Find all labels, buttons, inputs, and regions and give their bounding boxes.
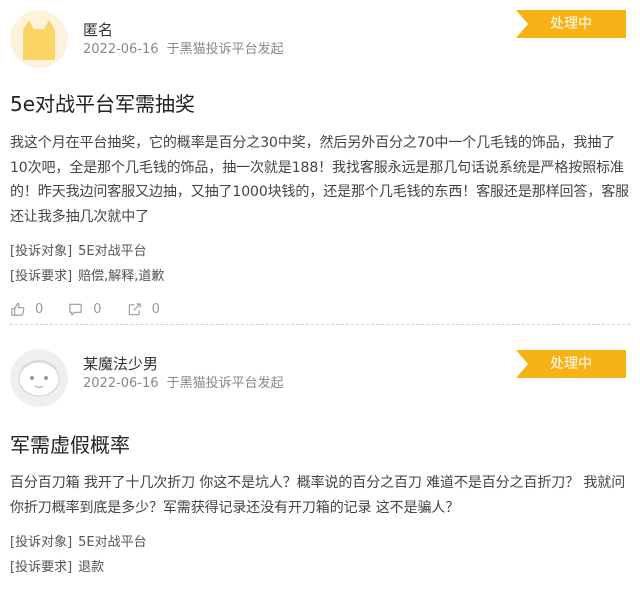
complaint-demand-label: [投诉要求] (10, 269, 73, 284)
complaint-demand-value: 退款 (78, 560, 105, 575)
complaint-target: [投诉对象] 5E对战平台 (10, 534, 147, 552)
comment-icon (69, 303, 82, 315)
post-date: 2022-06-16 (83, 376, 159, 391)
status-badge: 处理中 (516, 10, 626, 38)
avatar-cat-icon[interactable] (10, 10, 68, 68)
complaint-title[interactable]: 军需虚假概率 (10, 432, 130, 458)
complaint-target-label: [投诉对象] (10, 535, 73, 550)
complaint-target: [投诉对象] 5E对战平台 (10, 243, 147, 261)
complaint-demand: [投诉要求] 赔偿,解释,道歉 (10, 268, 164, 286)
post-actions: 0 0 0 (10, 298, 185, 320)
complaint-content: 我这个月在平台抽奖，它的概率是百分之30中奖，然后另外百分之70中一个几毛钱的饰… (10, 135, 630, 225)
username[interactable]: 某魔法少男 (83, 354, 158, 374)
post-date: 2022-06-16 (83, 42, 159, 57)
post-source: 于黑猫投诉平台发起 (166, 376, 284, 391)
complaint-card: 匿名 2022-06-16 于黑猫投诉平台发起 处理中 5e对战平台军需抽奖 我这… (0, 0, 640, 325)
complaint-title[interactable]: 5e对战平台军需抽奖 (10, 91, 195, 117)
complaint-demand-label: [投诉要求] (10, 560, 73, 575)
comment-button[interactable]: 0 (68, 301, 102, 317)
status-badge: 处理中 (516, 350, 626, 378)
complaint-target-value[interactable]: 5E对战平台 (78, 535, 147, 550)
username[interactable]: 匿名 (83, 20, 113, 40)
share-icon (128, 302, 141, 315)
like-button[interactable]: 0 (10, 302, 43, 317)
complaint-demand-value: 赔偿,解释,道歉 (78, 269, 165, 284)
complaint-content: 百分百刀箱 我开了十几次折刀 你这不是坑人？概率说的百分之百刀 难道不是百分之百… (10, 475, 626, 516)
post-meta: 2022-06-16 于黑猫投诉平台发起 (83, 375, 284, 393)
complaint-target-value[interactable]: 5E对战平台 (78, 244, 147, 259)
thumbs-up-icon (11, 302, 25, 316)
share-count: 0 (151, 301, 160, 317)
post-meta: 2022-06-16 于黑猫投诉平台发起 (83, 41, 284, 59)
avatar-cartoon-icon[interactable] (10, 349, 68, 407)
complaint-card: 某魔法少男 2022-06-16 于黑猫投诉平台发起 处理中 军需虚假概率 百分百… (0, 334, 640, 590)
complaint-demand: [投诉要求] 退款 (10, 559, 104, 577)
like-count: 0 (35, 301, 44, 317)
post-source: 于黑猫投诉平台发起 (166, 42, 284, 57)
share-button[interactable]: 0 (127, 302, 160, 317)
complaint-target-label: [投诉对象] (10, 244, 73, 259)
post-divider (10, 324, 630, 325)
comment-count: 0 (93, 301, 102, 317)
